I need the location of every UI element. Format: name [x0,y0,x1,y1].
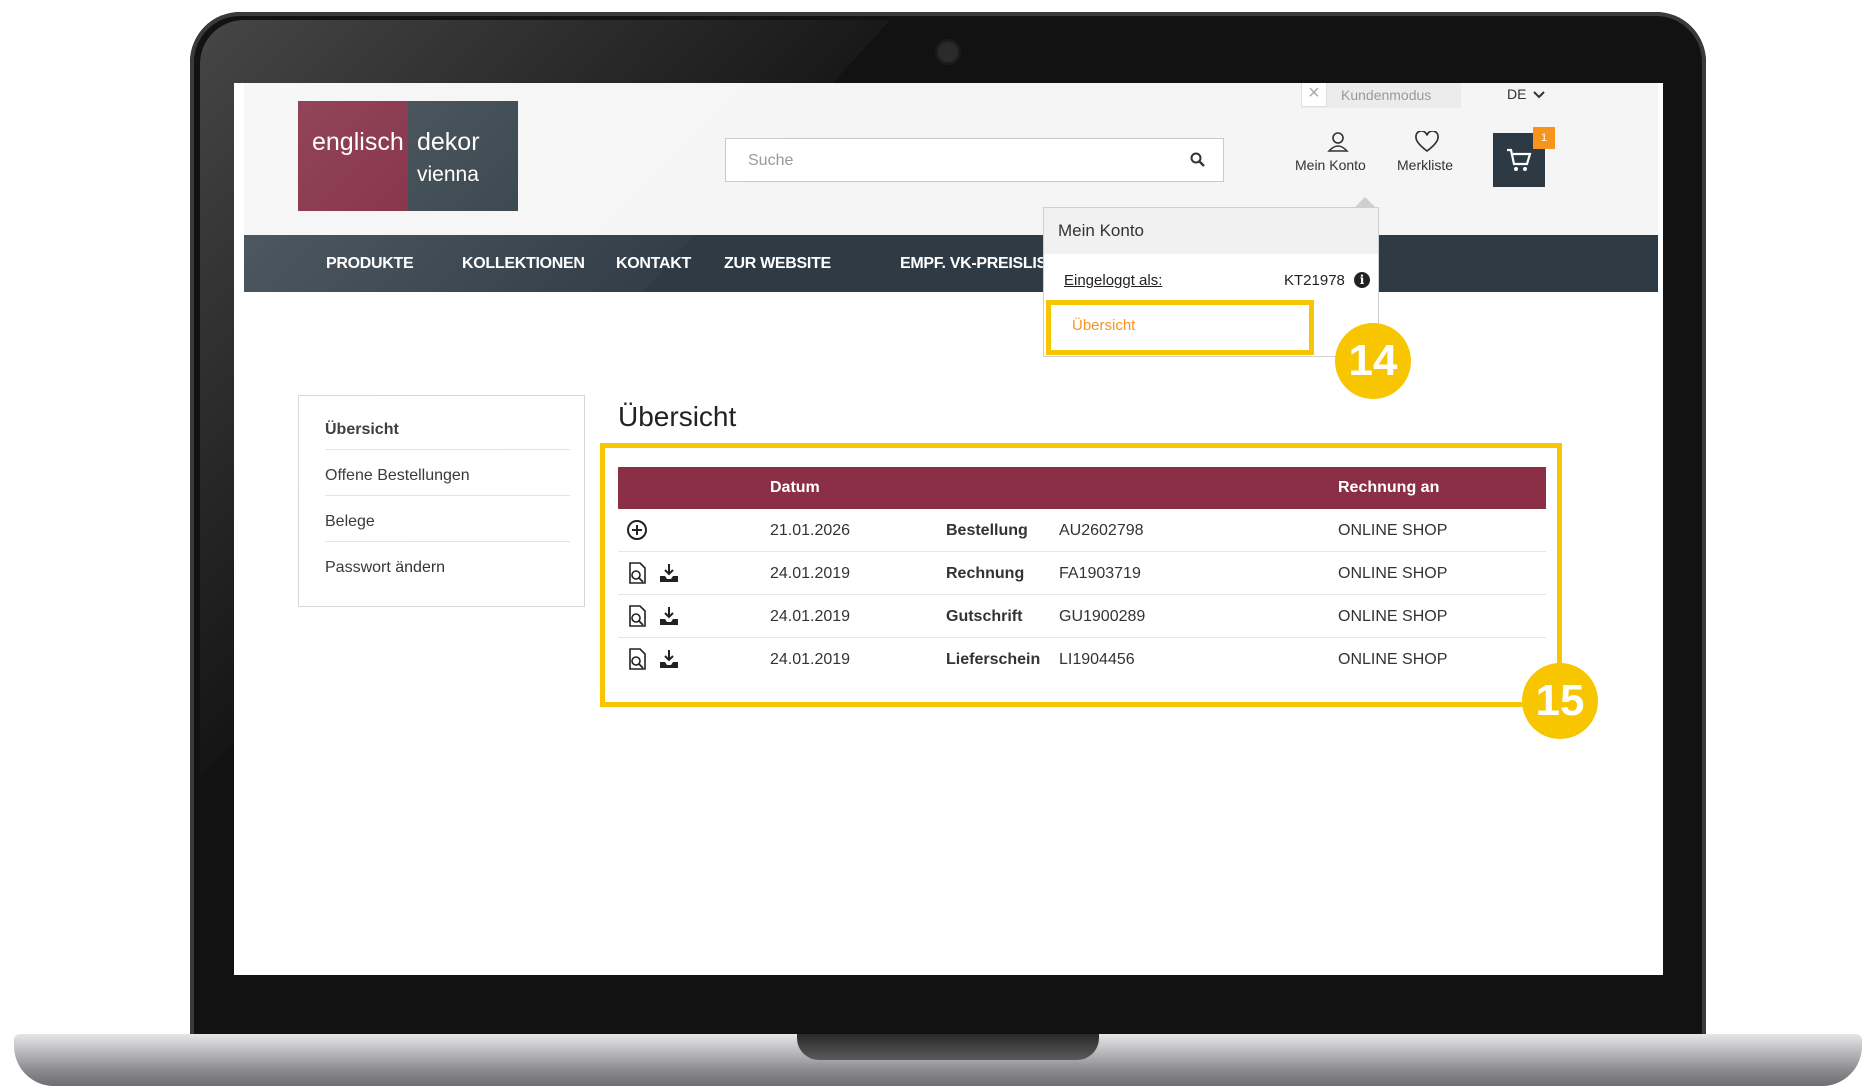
user-icon [1327,132,1349,152]
search-input[interactable] [746,139,1170,182]
language-select[interactable]: DE [1507,86,1546,102]
kundenmodus-label: Kundenmodus [1341,87,1432,103]
nav-produkte[interactable]: PRODUKTE [326,235,414,292]
overview-highlight-frame [1046,300,1314,355]
step-badge-15: 15 [1522,663,1598,739]
account-button[interactable]: Mein Konto [1295,131,1379,173]
sidebar-item-uebersicht[interactable]: Übersicht [325,421,570,450]
main-nav: PRODUKTE KOLLEKTIONEN KONTAKT ZUR WEBSIT… [244,235,1658,292]
step-badge-14: 14 [1335,323,1411,399]
heart-icon [1415,131,1439,153]
nav-kollektionen[interactable]: KOLLEKTIONEN [462,235,585,292]
search-box [725,138,1224,182]
logged-in-label: Eingeloggt als: [1064,272,1163,289]
kundenmodus-toggle[interactable]: × Kundenmodus [1301,83,1461,108]
sidebar-item-passwort[interactable]: Passwort ändern [325,559,570,587]
nav-preisliste[interactable]: EMPF. VK-PREISLISTE [900,235,1067,292]
cart-count-badge: 1 [1533,127,1555,149]
language-value: DE [1507,86,1527,102]
close-icon[interactable]: × [1301,83,1327,107]
logo-word-dekor: dekor [417,128,480,156]
wishlist-button[interactable]: Merkliste [1397,131,1467,173]
logo-word-vienna: vienna [417,163,479,186]
nav-zur-website[interactable]: ZUR WEBSITE [724,235,831,292]
info-icon[interactable]: i [1354,272,1370,288]
dropdown-title: Mein Konto [1058,221,1144,240]
sidebar-item-belege[interactable]: Belege [325,513,570,542]
logo-word-englisch: englisch [312,128,404,156]
cart-icon [1507,148,1532,171]
customer-id: KT21978 [1284,272,1345,289]
webcam [938,42,958,62]
sidebar-item-offene-bestellungen[interactable]: Offene Bestellungen [325,467,570,496]
wishlist-label: Merkliste [1397,157,1454,173]
account-sidebar: Übersicht Offene Bestellungen Belege Pas… [298,395,585,607]
nav-kontakt[interactable]: KONTAKT [616,235,691,292]
page-title: Übersicht [618,401,737,432]
account-label: Mein Konto [1295,157,1366,173]
table-highlight-frame [600,443,1562,707]
chevron-down-icon [1533,91,1546,99]
screen: englisch dekor vienna × Kundenmodus DE M… [234,83,1663,975]
laptop-notch [797,1034,1099,1060]
search-icon[interactable] [1190,152,1206,168]
